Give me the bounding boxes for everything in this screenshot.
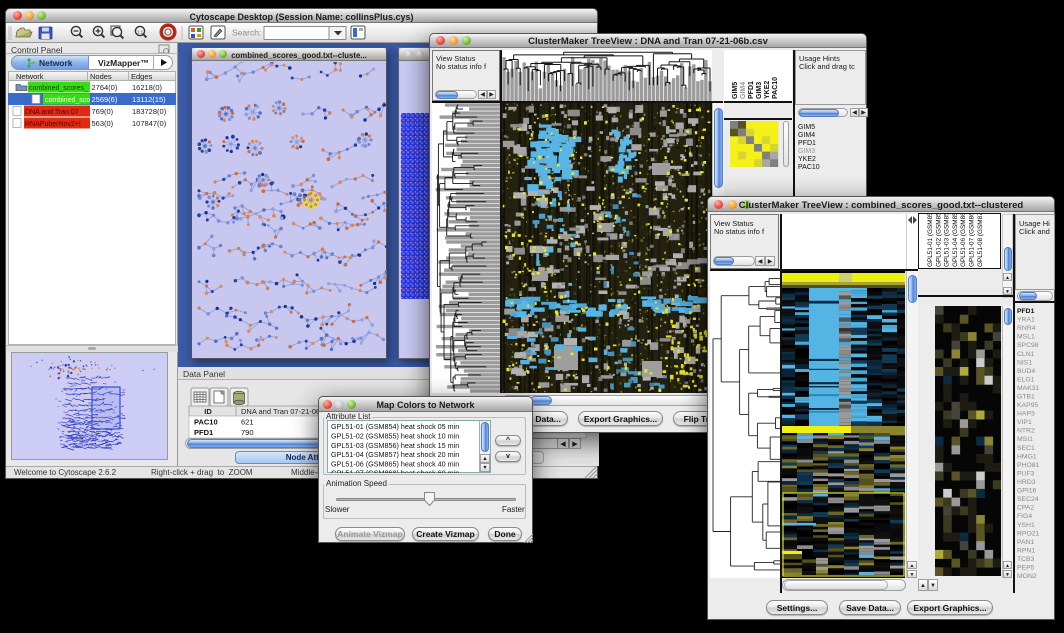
svg-text:GPL51-03 (GSM856): GPL51-03 (GSM856) — [944, 213, 951, 267]
svg-text:13112(15): 13112(15) — [132, 95, 166, 104]
svg-text:PAC10: PAC10 — [194, 418, 218, 427]
svg-text:PFD1: PFD1 — [798, 140, 816, 147]
svg-text:183728(0): 183728(0) — [132, 107, 167, 116]
svg-text:16218(0): 16218(0) — [132, 83, 163, 92]
svg-text:GPL51-06 (GSM865): GPL51-06 (GSM865) — [960, 213, 967, 267]
svg-text:769(0): 769(0) — [92, 107, 114, 116]
svg-text:PAC10: PAC10 — [798, 164, 820, 171]
svg-text:2764(0): 2764(0) — [92, 83, 118, 92]
svg-text:ID: ID — [204, 407, 212, 416]
svg-text:RNAPuberNov2+!: RNAPuberNov2+! — [25, 121, 81, 128]
svg-text:GIM5: GIM5 — [732, 82, 739, 99]
svg-text:2569(6): 2569(6) — [92, 95, 118, 104]
svg-text:790: 790 — [241, 428, 254, 437]
svg-text:GIM5: GIM5 — [798, 124, 815, 131]
svg-text:YKE2: YKE2 — [764, 81, 771, 99]
svg-text:YKE2: YKE2 — [798, 156, 816, 163]
svg-text:1:1: 1:1 — [137, 30, 144, 35]
svg-text:GPL51-04 (GSM857): GPL51-04 (GSM857) — [952, 213, 959, 267]
svg-text:GPL51-08 (GSM872): GPL51-08 (GSM872) — [977, 213, 984, 267]
svg-text:PAC10: PAC10 — [772, 77, 779, 99]
svg-text:GIM4: GIM4 — [798, 132, 815, 139]
svg-text:DNA and Tran 07: DNA and Tran 07 — [25, 109, 79, 116]
svg-text:563(0): 563(0) — [92, 119, 114, 128]
svg-text:combined_scores_: combined_scores_ — [29, 85, 88, 92]
svg-text:GPL51-02 (GSM855): GPL51-02 (GSM855) — [935, 213, 942, 267]
svg-text:GIM3: GIM3 — [798, 148, 815, 155]
svg-text:combined_sco: combined_sco — [45, 97, 90, 104]
svg-text:107847(0): 107847(0) — [132, 119, 167, 128]
svg-text:PFD1: PFD1 — [748, 81, 755, 99]
svg-text:GPL51-01 (GSM854): GPL51-01 (GSM854) — [927, 213, 934, 267]
svg-text:Search:: Search: — [232, 28, 261, 38]
svg-text:621: 621 — [241, 418, 254, 427]
svg-text:GPL51-07 (GSM868): GPL51-07 (GSM868) — [969, 213, 976, 267]
svg-text:PFD1: PFD1 — [194, 428, 213, 437]
svg-text:GIM3: GIM3 — [756, 82, 763, 99]
svg-text:GIM4: GIM4 — [740, 82, 747, 99]
